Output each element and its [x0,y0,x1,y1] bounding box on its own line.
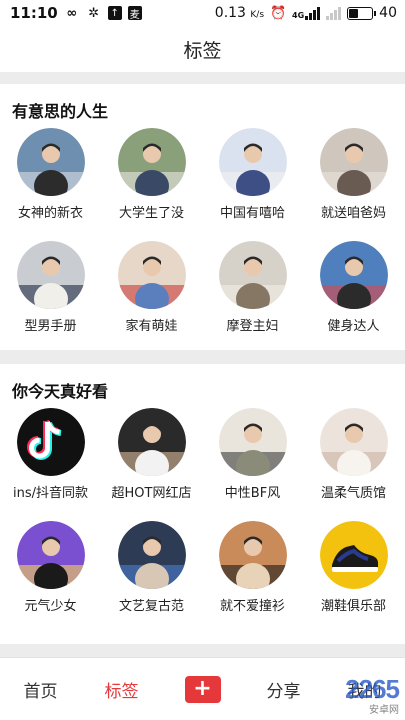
tag-label: 摩登主妇 [226,319,279,334]
tag-label: 型男手册 [24,319,77,334]
tag-label: 女神的新衣 [17,206,83,221]
tag-label: 中国有嘻哈 [219,206,285,221]
sync-icon: ✲ [88,5,100,21]
app-header: 标签 [0,26,405,72]
tag-label: ins/抖音同款 [12,486,88,501]
section-title: 有意思的人生 [12,102,109,121]
status-bar: 11:10 ∞ ✲ ↑ 麦 0.13 K/s ⏰ 4G 40 [0,0,405,26]
tag-avatar-image [16,241,85,309]
tag-item[interactable]: 温柔气质馆 [303,404,404,517]
tag-item[interactable]: 就送咱爸妈 [303,124,404,237]
upload-icon: ↑ [107,6,122,20]
nav-share[interactable]: 分享 [243,677,324,702]
tag-item[interactable]: 摩登主妇 [202,237,303,350]
network-speed: 0.13 K/s [214,5,265,21]
tag-avatar-image [117,408,186,476]
tag-avatar-image [319,521,388,589]
battery-icon [347,6,377,20]
tag-avatar-image [16,128,85,196]
tag-label: 温柔气质馆 [320,486,386,501]
app-icon: 麦 [127,6,142,21]
tag-label: 元气少女 [24,599,77,614]
signal-secondary-icon [326,6,342,20]
section-title: 你今天真好看 [12,382,109,401]
tag-label: 超HOT网红店 [111,486,192,501]
section-divider [0,350,405,364]
nav-mine[interactable]: 我的 [324,677,405,702]
tag-label: 中性BF风 [224,486,281,501]
tag-label: 文艺复古范 [118,599,184,614]
tag-item[interactable]: 女神的新衣 [0,124,101,237]
section-divider [0,644,405,657]
tag-avatar-image [319,408,388,476]
tag-grid: ins/抖音同款 超HOT网红店 中性BF风 温柔气质馆元气少女 文艺复古范 就不爱撞衫 潮… [0,404,405,630]
alarm-icon: ⏰ [269,5,287,21]
tag-label: 家有萌娃 [125,319,178,334]
tag-label: 健身达人 [327,319,380,334]
tag-avatar-image [117,128,186,196]
tag-item[interactable]: 型男手册 [0,237,101,350]
tag-avatar-image [218,408,287,476]
tag-label: 就送咱爸妈 [320,206,386,221]
tag-item[interactable]: 大学生了没 [101,124,202,237]
tag-avatar-image [117,241,186,309]
battery-level: 40 [379,5,397,21]
tag-grid: 女神的新衣 大学生了没 中国有嘻哈 就送咱爸妈型男手册 家有萌娃 摩登主妇 健身达人 [0,124,405,350]
status-time: 11:10 [10,4,58,22]
tag-label: 大学生了没 [118,206,184,221]
tag-avatar-image [218,241,287,309]
tag-avatar-image [218,521,287,589]
tag-item[interactable]: 中性BF风 [202,404,303,517]
plus-icon: + [184,675,221,703]
tag-item[interactable]: 文艺复古范 [101,517,202,630]
tag-avatar-image [117,521,186,589]
tag-avatar-image [16,408,85,476]
tag-item[interactable]: 家有萌娃 [101,237,202,350]
section-divider [0,72,405,84]
tag-item[interactable]: 超HOT网红店 [101,404,202,517]
nav-add[interactable]: + [162,675,243,703]
section-interesting-life: 有意思的人生 女神的新衣 大学生了没 中国有嘻哈 就送咱爸妈型男手册 家有萌娃 摩登主妇 健… [0,84,405,350]
tag-avatar-image [218,128,287,196]
nav-home[interactable]: 首页 [0,677,81,702]
page-title: 标签 [183,39,222,62]
signal-icon: 4G [292,6,321,20]
tag-item[interactable]: 健身达人 [303,237,404,350]
tag-avatar-image [319,241,388,309]
tag-label: 潮鞋俱乐部 [320,599,386,614]
bottom-nav: 首页 标签 + 分享 我的 [0,657,405,720]
tag-item[interactable]: 元气少女 [0,517,101,630]
tag-avatar-image [319,128,388,196]
infinity-icon: ∞ [66,5,78,21]
tag-item[interactable]: 潮鞋俱乐部 [303,517,404,630]
section-look-good-today: 你今天真好看 ins/抖音同款 超HOT网红店 中性BF风 温柔气质馆元气少女 文艺复古… [0,364,405,644]
tag-item[interactable]: 中国有嘻哈 [202,124,303,237]
tag-label: 就不爱撞衫 [219,599,285,614]
tag-item[interactable]: 就不爱撞衫 [202,517,303,630]
nav-tags[interactable]: 标签 [81,677,162,702]
tag-item[interactable]: ins/抖音同款 [0,404,101,517]
tag-avatar-image [16,521,85,589]
